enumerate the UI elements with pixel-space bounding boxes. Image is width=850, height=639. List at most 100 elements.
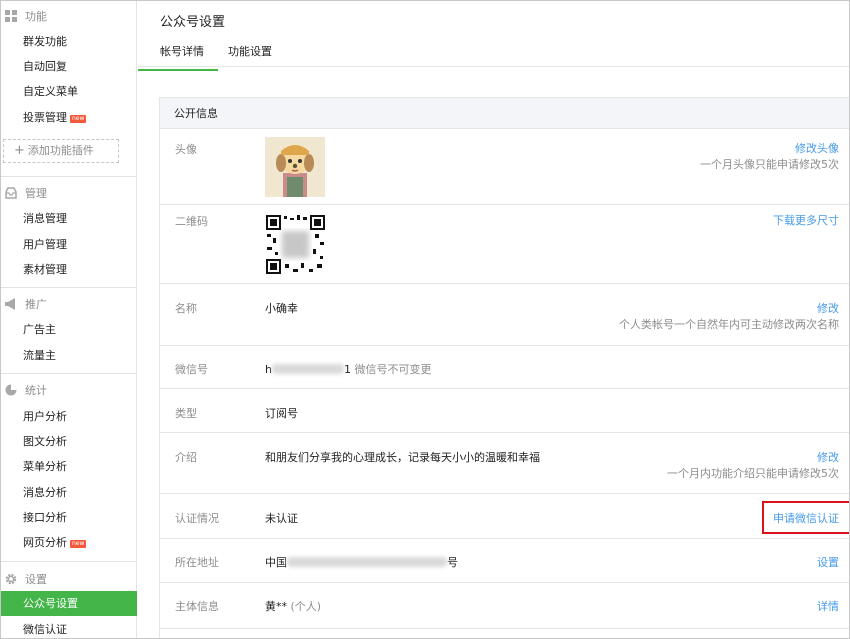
address-blur: [287, 557, 447, 567]
name-label: 名称: [175, 302, 197, 315]
sidebar-item-web-analysis[interactable]: 网页分析 new: [1, 530, 137, 555]
new-badge: new: [70, 115, 87, 123]
avatar-note: 一个月头像只能申请修改5次: [700, 158, 839, 171]
verification-label: 认证情况: [175, 512, 219, 525]
add-plugin-button[interactable]: + 添加功能插件: [3, 139, 119, 163]
sidebar-section-title: 统计: [25, 384, 47, 397]
name-note: 个人类帐号一个自然年内可主动修改两次名称: [619, 318, 839, 331]
download-sizes-link[interactable]: 下载更多尺寸: [773, 212, 839, 228]
tab-feature-settings[interactable]: 功能设置: [228, 43, 272, 59]
intro-note: 一个月内功能介绍只能申请修改5次: [667, 467, 839, 480]
wechat-id-blur: [271, 364, 344, 374]
subject-details-link[interactable]: 详情: [817, 598, 839, 614]
sidebar-item-wechat-verification[interactable]: 微信认证: [1, 617, 137, 638]
sidebar-section-features: 功能: [1, 3, 137, 29]
sidebar-item-label: 消息分析: [23, 486, 67, 499]
inbox-icon: [5, 187, 17, 199]
sidebar-item-label: 用户管理: [23, 238, 67, 251]
intro-row: 介绍 和朋友们分享我的心理成长，记录每天小小的温暖和幸福 修改 一个月内功能介绍…: [160, 434, 849, 494]
intro-value: 和朋友们分享我的心理成长，记录每天小小的温暖和幸福: [265, 451, 540, 464]
sidebar-item-vote[interactable]: 投票管理 new: [1, 105, 137, 130]
plus-icon: +: [14, 143, 25, 158]
sidebar-item-mass-send[interactable]: 群发功能: [1, 29, 137, 54]
sidebar-item-label: 用户分析: [23, 410, 67, 423]
sidebar-divider: [1, 176, 137, 177]
megaphone-icon: [5, 298, 15, 310]
sidebar-item-label: 菜单分析: [23, 460, 67, 473]
sidebar-item-label: 消息管理: [23, 212, 67, 225]
tab-label: 帐号详情: [160, 45, 204, 58]
sidebar-item-message-analysis[interactable]: 消息分析: [1, 480, 137, 505]
apply-verification-link[interactable]: 申请微信认证: [773, 510, 839, 526]
edit-intro-link[interactable]: 修改: [817, 449, 839, 465]
main-content: 公众号设置 帐号详情 功能设置 公开信息 头像 修改头像 一个月头像只能申请修改…: [138, 1, 849, 638]
set-address-link[interactable]: 设置: [817, 554, 839, 570]
sidebar-section-title: 功能: [25, 10, 47, 23]
sidebar-item-label: 自动回复: [23, 60, 67, 73]
sidebar-section-title: 设置: [25, 573, 47, 586]
address-end: 号: [447, 556, 458, 569]
subject-suffix: (个人): [290, 600, 322, 613]
sidebar-item-menu-analysis[interactable]: 菜单分析: [1, 454, 137, 479]
change-avatar-link[interactable]: 修改头像: [795, 140, 839, 156]
gear-icon: [5, 573, 17, 585]
tab-account-details[interactable]: 帐号详情: [138, 43, 218, 71]
sidebar-item-account-settings[interactable]: 公众号设置: [1, 591, 137, 616]
sidebar-item-label: 素材管理: [23, 263, 67, 276]
new-badge: new: [70, 540, 87, 548]
sidebar-item-messages[interactable]: 消息管理: [1, 206, 137, 231]
page-title: 公众号设置: [160, 15, 226, 30]
sidebar-item-label: 网页分析: [23, 536, 67, 549]
sidebar-item-api-analysis[interactable]: 接口分析: [1, 505, 137, 530]
sidebar-item-article-analysis[interactable]: 图文分析: [1, 429, 137, 454]
sidebar-item-auto-reply[interactable]: 自动回复: [1, 54, 137, 79]
wechat-id-value: h 1 微信号不可变更: [265, 361, 431, 377]
sidebar-section-title: 管理: [25, 187, 47, 200]
sidebar-divider: [1, 561, 137, 562]
verification-value: 未认证: [265, 512, 298, 525]
grid-icon: [5, 10, 17, 22]
sidebar-section-promotion: 推广: [1, 291, 137, 317]
sidebar-section-settings: 设置: [1, 566, 137, 592]
avatar-label: 头像: [175, 143, 197, 156]
card-title: 公开信息: [160, 98, 849, 129]
address-value: 中国 号: [265, 554, 458, 570]
window-frame: 功能 群发功能 自动回复 自定义菜单 投票管理 new + 添加功能插件 管理 消息…: [0, 0, 850, 639]
sidebar-item-user-analysis[interactable]: 用户分析: [1, 404, 137, 429]
sidebar-divider: [1, 287, 137, 288]
edit-name-link[interactable]: 修改: [817, 300, 839, 316]
sidebar-item-custom-menu[interactable]: 自定义菜单: [1, 79, 137, 104]
sidebar-section-title: 推广: [25, 298, 47, 311]
sidebar: 功能 群发功能 自动回复 自定义菜单 投票管理 new + 添加功能插件 管理 消息…: [1, 1, 137, 638]
sidebar-item-advertiser[interactable]: 广告主: [1, 317, 137, 342]
sidebar-item-users[interactable]: 用户管理: [1, 232, 137, 257]
type-value: 订阅号: [265, 407, 298, 420]
pie-chart-icon: [5, 384, 17, 396]
sidebar-item-publisher[interactable]: 流量主: [1, 343, 137, 368]
qrcode-label: 二维码: [175, 215, 208, 228]
sidebar-item-label: 群发功能: [23, 35, 67, 48]
wechat-id-end: 1: [343, 363, 351, 376]
sidebar-item-label: 图文分析: [23, 435, 67, 448]
sidebar-divider: [1, 373, 137, 374]
type-label: 类型: [175, 407, 197, 420]
sidebar-item-label: 自定义菜单: [23, 85, 78, 98]
qrcode-row: 二维码 下载更多尺寸: [160, 206, 849, 284]
address-label: 所在地址: [175, 556, 219, 569]
sidebar-section-statistics: 统计: [1, 377, 137, 403]
address-row: 所在地址 中国 号 设置: [160, 540, 849, 583]
address-start: 中国: [265, 556, 287, 569]
sidebar-item-label: 投票管理: [23, 111, 67, 124]
sidebar-item-label: 公众号设置: [23, 597, 78, 610]
avatar-row: 头像 修改头像 一个月头像只能申请修改5次: [160, 130, 849, 205]
wechat-id-row: 微信号 h 1 微信号不可变更: [160, 347, 849, 389]
sidebar-item-materials[interactable]: 素材管理: [1, 257, 137, 282]
sidebar-item-label: 接口分析: [23, 511, 67, 524]
sidebar-item-label: 流量主: [23, 349, 56, 362]
qrcode-image: [265, 214, 326, 275]
avatar: [265, 137, 325, 197]
wechat-id-label: 微信号: [175, 363, 208, 376]
add-plugin-label: 添加功能插件: [27, 144, 94, 157]
tab-label: 功能设置: [228, 45, 272, 58]
subject-value: 黄** (个人): [265, 598, 321, 614]
